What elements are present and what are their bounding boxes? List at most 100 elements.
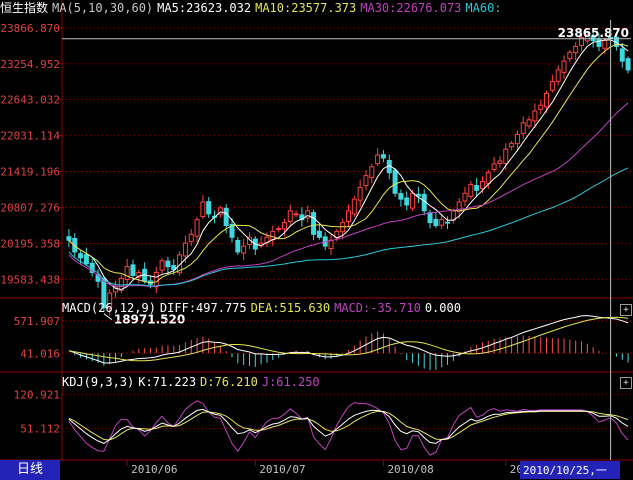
candle-body bbox=[433, 218, 439, 227]
candle-body bbox=[526, 119, 532, 127]
price-tick-label: 20807.276 bbox=[0, 201, 60, 214]
ma30-line bbox=[68, 102, 629, 288]
zero-readout: 0.000 bbox=[424, 301, 461, 315]
candle-body bbox=[462, 192, 468, 202]
candle-body bbox=[427, 212, 433, 224]
candle-body bbox=[281, 222, 287, 230]
candle-body bbox=[328, 239, 334, 250]
candle-body bbox=[78, 253, 84, 259]
macd-readout: MACD:-35.710 bbox=[334, 301, 421, 315]
main-header: 恒生指数 MA(5,10,30,60) MA5:23623.032 MA10:2357… bbox=[0, 0, 506, 16]
candle-body bbox=[235, 239, 241, 253]
date-tick-label: 2010/08 bbox=[387, 463, 433, 476]
index-name: 恒生指数 bbox=[0, 1, 49, 15]
candle-body bbox=[392, 169, 398, 194]
candle-body bbox=[351, 198, 357, 215]
candle-body bbox=[445, 221, 451, 224]
candle-body bbox=[410, 192, 416, 209]
price-tick-label: 22643.032 bbox=[0, 94, 60, 107]
cursor-date-label: 2010/10/25,一 bbox=[523, 464, 607, 477]
candle-body bbox=[468, 183, 474, 197]
period-tab-daily[interactable]: 日线 bbox=[0, 460, 60, 480]
candle-body bbox=[497, 160, 503, 165]
ma60-readout: MA60: bbox=[465, 1, 502, 15]
candle-body bbox=[206, 201, 212, 215]
candle-body bbox=[66, 236, 72, 241]
price-tick-label: 23254.952 bbox=[0, 58, 60, 71]
d-line bbox=[68, 410, 629, 441]
kdj-header: KDJ(9,3,3) K:71.223 D:76.210 J:61.250 bbox=[62, 374, 324, 390]
ma-params: MA(5,10,30,60) bbox=[52, 1, 154, 15]
candle-body bbox=[293, 213, 299, 216]
candle-body bbox=[555, 69, 561, 82]
ma5-readout: MA5:23623.032 bbox=[157, 1, 252, 15]
ma5-line bbox=[68, 39, 629, 291]
macd-expand-button[interactable]: + bbox=[620, 304, 632, 316]
macd-params: MACD(26,12,9) bbox=[62, 301, 156, 315]
date-tick-label: 2010/06 bbox=[131, 463, 177, 476]
stock-chart-window: 23866.870 23254.952 22643.032 22031.114 2141… bbox=[0, 0, 633, 480]
price-tick-label: 19583.438 bbox=[0, 273, 60, 286]
candle-body bbox=[194, 219, 200, 237]
candle-body bbox=[625, 58, 631, 71]
candle-body bbox=[520, 122, 526, 134]
candle-body bbox=[311, 212, 317, 235]
candle-body bbox=[549, 81, 555, 91]
candle-body bbox=[188, 233, 194, 242]
k-line bbox=[68, 408, 629, 444]
k-readout: K:71.223 bbox=[138, 375, 197, 389]
kdj-params: KDJ(9,3,3) bbox=[62, 375, 135, 389]
candle-body bbox=[491, 163, 497, 171]
price-tick-label: 21419.196 bbox=[0, 166, 60, 179]
candle-body bbox=[287, 210, 293, 223]
candle-body bbox=[375, 154, 381, 165]
candle-body bbox=[573, 45, 579, 54]
dea-readout: DEA:515.630 bbox=[250, 301, 331, 315]
diff-readout: DIFF:497.775 bbox=[159, 301, 247, 315]
kdj-tick-label: 120.921 bbox=[14, 388, 60, 401]
candle-body bbox=[83, 254, 89, 265]
ma10-readout: MA10:23577.373 bbox=[255, 1, 357, 15]
ma10-line bbox=[68, 43, 629, 284]
candle-body bbox=[200, 201, 206, 217]
candle-body bbox=[182, 242, 188, 257]
candle-body bbox=[619, 48, 625, 62]
candle-body bbox=[567, 51, 573, 60]
candle-body bbox=[509, 142, 515, 148]
candle-body bbox=[544, 92, 550, 108]
candle-body bbox=[153, 272, 159, 288]
candle-body bbox=[357, 186, 363, 201]
candle-body bbox=[404, 197, 410, 206]
candle-body bbox=[316, 230, 322, 238]
candle-body bbox=[124, 266, 130, 280]
chart-canvas[interactable]: 23866.870 23254.952 22643.032 22031.114 2141… bbox=[0, 0, 633, 480]
candle-body bbox=[479, 180, 485, 190]
candle-body bbox=[270, 230, 276, 241]
candle-body bbox=[241, 245, 247, 254]
candle-body bbox=[159, 260, 165, 271]
ma30-readout: MA30:22676.073 bbox=[360, 1, 462, 15]
candle-body bbox=[380, 154, 386, 159]
candle-body bbox=[602, 40, 608, 49]
candle-body bbox=[398, 193, 404, 200]
d-readout: D:76.210 bbox=[200, 375, 258, 389]
candle-body bbox=[130, 264, 136, 276]
date-tick-label: 2010/07 bbox=[259, 463, 305, 476]
candle-body bbox=[223, 207, 229, 227]
candle-body bbox=[503, 148, 509, 164]
price-tick-label: 22031.114 bbox=[0, 130, 60, 143]
candle-body bbox=[596, 38, 602, 47]
candle-body bbox=[514, 134, 520, 145]
kdj-tick-label: 51.112 bbox=[20, 422, 60, 435]
price-tick-label: 20195.358 bbox=[0, 237, 60, 250]
price-tick-label: 23866.870 bbox=[0, 22, 60, 35]
candle-body bbox=[346, 210, 351, 223]
kdj-expand-button[interactable]: + bbox=[620, 377, 632, 389]
candle-body bbox=[485, 172, 491, 184]
high-annotation: 23865.870 bbox=[558, 26, 629, 40]
candle-body bbox=[165, 260, 171, 268]
macd-header: MACD(26,12,9) DIFF:497.775 DEA:515.630 MACD… bbox=[62, 300, 465, 316]
macd-tick-label: 41.016 bbox=[20, 347, 60, 360]
candle-body bbox=[561, 60, 567, 73]
candle-body bbox=[363, 175, 369, 187]
